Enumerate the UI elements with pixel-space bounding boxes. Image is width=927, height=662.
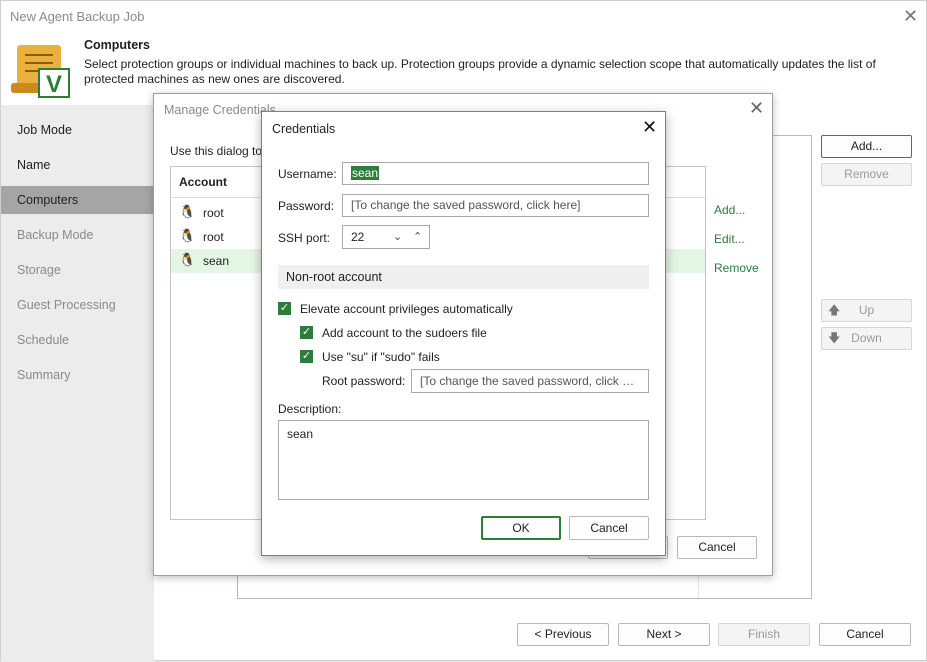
credentials-close-icon[interactable]: ✕ (642, 118, 657, 136)
description-value: sean (287, 427, 314, 441)
sudoers-checkbox[interactable]: ✓ (300, 326, 313, 339)
remove-computer-button[interactable]: Remove (821, 163, 912, 186)
manage-intro: Use this dialog to (170, 144, 263, 158)
root-password-input[interactable]: [To change the saved password, click he.… (411, 369, 649, 393)
nav-storage[interactable]: Storage (1, 256, 154, 284)
arrow-up-icon: 🡅 (828, 303, 841, 317)
credentials-ok-button[interactable]: OK (481, 516, 561, 540)
credentials-cancel-button[interactable]: Cancel (569, 516, 649, 540)
ssh-port-stepper[interactable]: 22 ⌄ ⌃ (342, 225, 430, 249)
down-button-label: Down (851, 331, 882, 345)
elevate-label: Elevate account privileges automatically (300, 302, 513, 316)
nav-computers[interactable]: Computers (1, 186, 154, 214)
chevron-up-icon[interactable]: ⌃ (413, 226, 422, 248)
nonroot-section-title: Non-root account (286, 270, 382, 284)
down-button[interactable]: 🡇 Down (821, 327, 912, 350)
use-su-checkbox[interactable]: ✓ (300, 350, 313, 363)
manage-title: Manage Credentials (164, 103, 276, 117)
linux-penguin-icon: 🐧 (179, 228, 196, 243)
linux-penguin-icon: 🐧 (179, 204, 196, 219)
manage-add-link[interactable]: Add... (714, 203, 745, 217)
account-name: sean (203, 254, 230, 268)
nav-backup-mode[interactable]: Backup Mode (1, 221, 154, 249)
credentials-title: Credentials (272, 122, 336, 136)
account-name: root (203, 230, 224, 244)
nav-summary[interactable]: Summary (1, 361, 154, 389)
username-label: Username: (278, 167, 337, 181)
header-icon: V (9, 43, 71, 99)
wizard-close-icon[interactable]: ✕ (903, 7, 918, 25)
nav-schedule[interactable]: Schedule (1, 326, 154, 354)
arrow-down-icon: 🡇 (828, 331, 841, 345)
svg-text:V: V (46, 71, 62, 98)
manage-close-icon[interactable]: ✕ (749, 99, 764, 117)
add-computer-button[interactable]: Add... (821, 135, 912, 158)
username-input[interactable]: sean (342, 162, 649, 185)
root-password-label: Root password: (322, 374, 406, 388)
wizard-title: New Agent Backup Job (10, 9, 145, 24)
wizard-cancel-button[interactable]: Cancel (819, 623, 911, 646)
header-desc-line1: Select protection groups or individual m… (84, 57, 876, 71)
up-button[interactable]: 🡅 Up (821, 299, 912, 322)
linux-penguin-icon: 🐧 (179, 252, 196, 267)
ssh-port-label: SSH port: (278, 231, 331, 245)
use-su-label: Use "su" if "sudo" fails (322, 350, 440, 364)
sudoers-label: Add account to the sudoers file (322, 326, 487, 340)
credentials-dialog: Credentials ✕ Username: sean Password: [… (261, 111, 666, 556)
manage-edit-link[interactable]: Edit... (714, 232, 745, 246)
header-desc-line2: protected machines as new ones are disco… (84, 72, 345, 86)
password-label: Password: (278, 199, 335, 213)
ssh-port-value: 22 (351, 230, 365, 244)
manage-cancel-button[interactable]: Cancel (677, 536, 757, 559)
chevron-down-icon[interactable]: ⌄ (393, 226, 402, 248)
description-label: Description: (278, 402, 342, 416)
finish-button[interactable]: Finish (718, 623, 810, 646)
nav-job-mode[interactable]: Job Mode (1, 116, 154, 144)
elevate-checkbox[interactable]: ✓ (278, 302, 291, 315)
manage-remove-link[interactable]: Remove (714, 261, 759, 275)
up-button-label: Up (858, 303, 875, 317)
previous-button[interactable]: < Previous (517, 623, 609, 646)
password-input[interactable]: [To change the saved password, click her… (342, 194, 649, 217)
nonroot-section-header: Non-root account (278, 265, 649, 289)
account-name: root (203, 206, 224, 220)
username-value: sean (351, 166, 380, 180)
next-button[interactable]: Next > (618, 623, 710, 646)
column-header-account[interactable]: Account (179, 175, 227, 189)
description-textarea[interactable]: sean (278, 420, 649, 500)
header-title: Computers (84, 38, 150, 52)
nav-guest-processing[interactable]: Guest Processing (1, 291, 154, 319)
nav-name[interactable]: Name (1, 151, 154, 179)
